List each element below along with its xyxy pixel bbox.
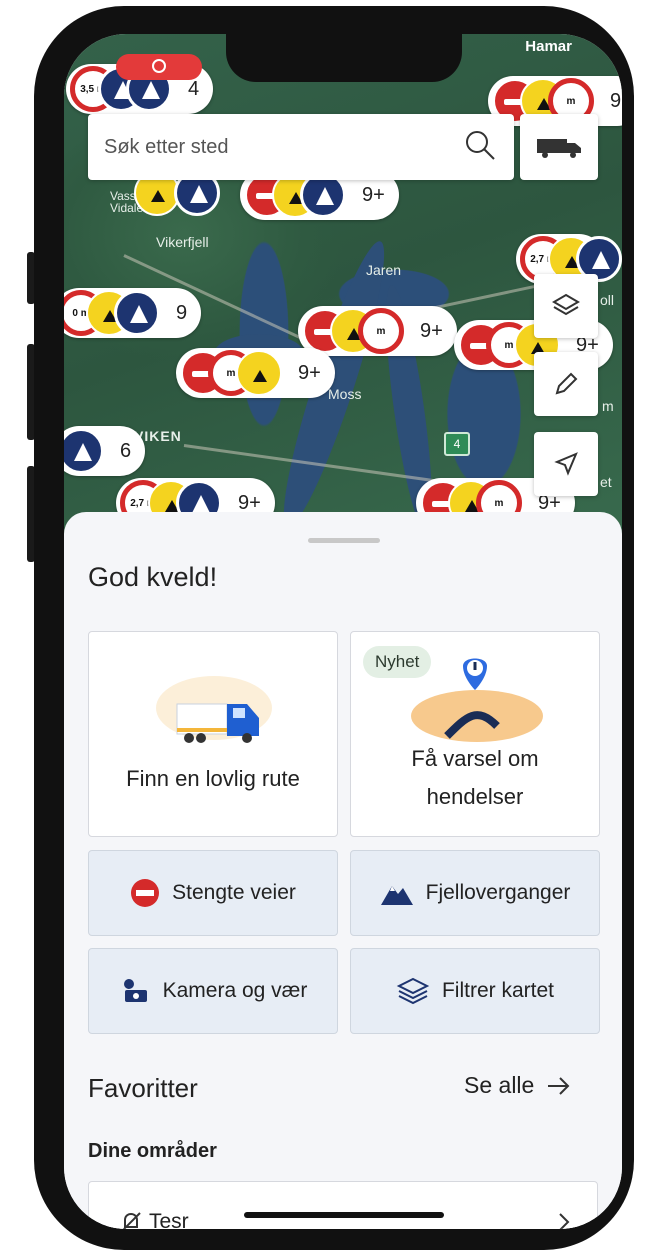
mountain-passes-label: Fjelloverganger — [425, 881, 571, 904]
status-location-label: Hamar — [525, 38, 572, 55]
bell-off-icon — [122, 1212, 141, 1229]
bottom-sheet: God kveld! Finn en lovlig rute Nyhet Få … — [64, 512, 622, 1229]
arrow-right-icon — [548, 1076, 570, 1095]
camera-weather-label: Kamera og vær — [162, 979, 308, 1002]
alerts-title-line1: Få varsel om — [411, 746, 539, 771]
vehicle-settings-button[interactable] — [520, 114, 598, 180]
truck-icon — [537, 139, 581, 158]
search-input[interactable]: Søk etter sted — [88, 114, 514, 180]
map-label-vikerfjell: Vikerfjell — [156, 234, 209, 250]
cluster-count: 6 — [120, 439, 132, 462]
map-edge-label: oll — [600, 292, 615, 308]
map-cluster[interactable]: m 9+ — [176, 348, 335, 398]
camera-weather-button[interactable]: Kamera og vær — [88, 948, 338, 1034]
navigation-arrow-icon — [554, 452, 578, 476]
app-screen: Vassfaret og Vidalen Vikerfjell Jaren VI… — [64, 34, 622, 1229]
see-all-label: Se alle — [464, 1072, 535, 1098]
mountain-passes-button[interactable]: Fjelloverganger — [350, 850, 600, 936]
filter-map-label: Filtrer kartet — [441, 979, 554, 1002]
tree-icon — [64, 428, 104, 474]
my-areas-heading: Dine områder — [88, 1140, 217, 1162]
height-limit-icon: m — [358, 308, 404, 354]
closed-roads-label: Stengte veier — [172, 881, 296, 904]
layers-icon — [552, 293, 580, 316]
greeting-heading: God kveld! — [88, 562, 218, 592]
map-edge-label: m — [602, 398, 614, 414]
map-edge-label: et — [600, 474, 612, 490]
area-name: Tesr — [119, 1210, 189, 1229]
closed-roads-button[interactable]: Stengte veier — [88, 850, 338, 936]
see-all-link[interactable]: Se alle — [464, 1072, 574, 1099]
edit-button[interactable] — [534, 352, 598, 416]
mountain-icon — [380, 886, 413, 905]
truck-illustration-icon — [156, 676, 272, 743]
find-route-title: Finn en lovlig rute — [126, 766, 300, 791]
search-icon[interactable] — [462, 127, 498, 168]
road-number-badge: 4 — [444, 432, 470, 456]
map-cluster[interactable]: m 9+ — [298, 306, 457, 356]
no-entry-icon — [131, 879, 160, 907]
home-indicator — [244, 1212, 444, 1218]
cluster-count: 9- — [610, 89, 622, 112]
map-cluster[interactable]: 6 — [64, 426, 146, 476]
search-placeholder: Søk etter sted — [104, 135, 229, 158]
alerts-title-line2: hendelser — [426, 784, 524, 809]
camera-weather-icon — [123, 979, 147, 1002]
area-name-label: Tesr — [149, 1210, 189, 1229]
my-location-button[interactable] — [534, 432, 598, 496]
sheet-drag-handle[interactable] — [308, 538, 380, 543]
cluster-count: 9+ — [420, 319, 443, 342]
location-alert-icon — [411, 658, 543, 742]
cluster-count: 4 — [188, 77, 200, 100]
map-cluster[interactable]: 0 m 9 — [64, 288, 202, 338]
favorites-heading: Favoritter — [88, 1073, 198, 1103]
alerts-card[interactable]: Nyhet Få varsel om hendelser — [350, 631, 600, 837]
camera-notch — [226, 34, 462, 82]
cluster-count: 9+ — [362, 183, 385, 206]
warning-icon — [236, 350, 282, 396]
map-label-jaren: Jaren — [366, 262, 402, 278]
cluster-count: 9+ — [298, 361, 321, 384]
layers-icon — [396, 977, 430, 1005]
map-layers-button[interactable] — [534, 274, 598, 338]
record-icon — [152, 59, 166, 73]
chevron-right-icon — [559, 1213, 570, 1229]
area-list-item[interactable]: Tesr — [88, 1181, 598, 1229]
pencil-icon — [555, 372, 578, 395]
warning-icon — [114, 290, 160, 336]
find-route-card[interactable]: Finn en lovlig rute — [88, 631, 338, 837]
screen-recording-indicator — [116, 54, 202, 80]
filter-map-button[interactable]: Filtrer kartet — [350, 948, 600, 1034]
map-label-moss: Moss — [328, 386, 362, 402]
cluster-count: 9 — [176, 301, 188, 324]
